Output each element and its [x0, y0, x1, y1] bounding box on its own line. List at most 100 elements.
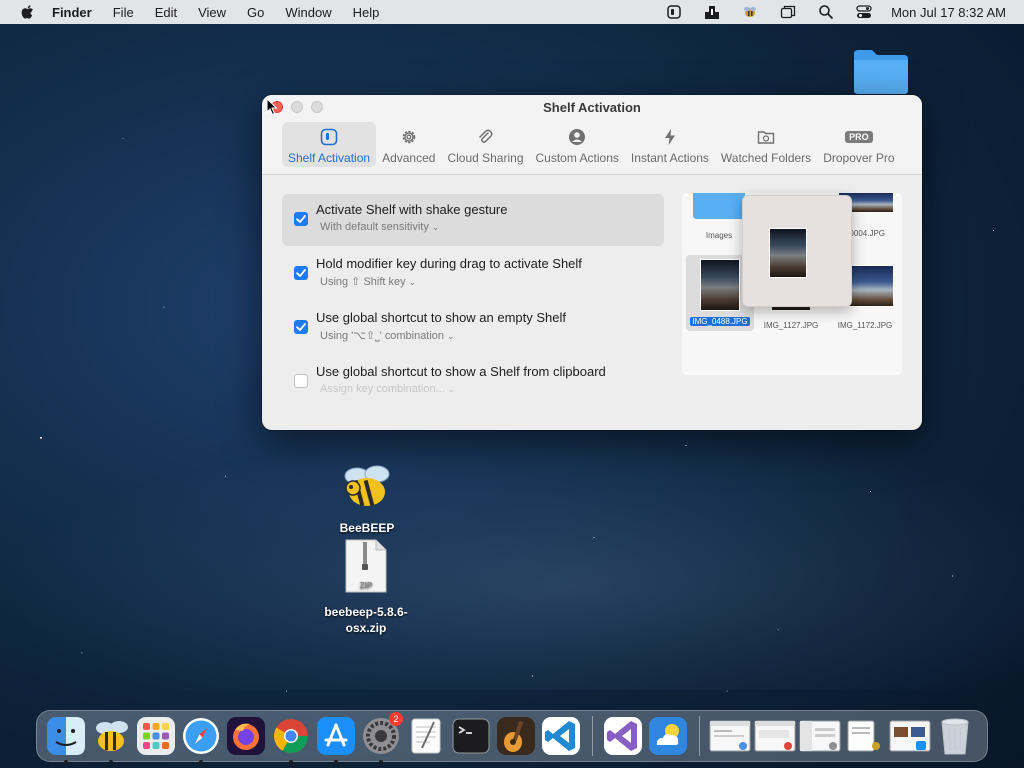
- file-label: Images: [705, 231, 733, 240]
- checkbox-checked[interactable]: [294, 266, 308, 280]
- apple-icon[interactable]: [20, 4, 34, 20]
- gear-icon: [398, 126, 420, 148]
- window-toolbar: Shelf Activation Shelf Activation Advanc…: [262, 95, 922, 175]
- running-indicator: [64, 760, 68, 764]
- beebeep-app-icon: [344, 465, 390, 507]
- tab-advanced[interactable]: Advanced: [376, 122, 441, 167]
- dock-vscode[interactable]: [539, 714, 583, 758]
- visual-studio-icon: [604, 717, 642, 755]
- photo-thumbnail: [700, 259, 740, 311]
- zip-file-icon: ZIP: [345, 539, 387, 593]
- dock-visual-studio[interactable]: [601, 714, 645, 758]
- dock-minimized-window-4[interactable]: [843, 714, 887, 758]
- dock-minimized-window-5[interactable]: [888, 714, 932, 758]
- option-sub-label: Using '⌥⇧⎵' combination: [320, 330, 445, 342]
- dock: 2: [36, 710, 988, 764]
- tab-custom-actions[interactable]: Custom Actions: [530, 122, 625, 167]
- dock-textedit[interactable]: [404, 714, 448, 758]
- tab-label: Advanced: [382, 151, 436, 165]
- chevron-down-icon: ⌄: [408, 277, 417, 287]
- file-label: IMG_0488.JPG: [686, 317, 754, 326]
- option-title: Activate Shelf with shake gesture: [316, 202, 508, 217]
- dragged-photo-thumbnail: [769, 228, 807, 278]
- option-dropdown[interactable]: Using ⇧ Shift key ⌄: [320, 275, 664, 288]
- dock-minimized-window-2[interactable]: [753, 714, 797, 758]
- menu-go[interactable]: Go: [247, 5, 264, 20]
- desktop-zip-file[interactable]: ZIP beebeep-5.8.6- osx.zip: [316, 538, 416, 636]
- menu-bar-status-area: Mon Jul 17 8:32 AM: [655, 0, 1006, 24]
- dock-trash[interactable]: [933, 714, 977, 758]
- dock-terminal[interactable]: [449, 714, 493, 758]
- menu-help[interactable]: Help: [353, 5, 380, 20]
- weather-icon: [649, 717, 687, 755]
- dock-finder[interactable]: [44, 714, 88, 764]
- chevron-down-icon: ⌄: [431, 222, 440, 232]
- folder-sync-icon: [755, 126, 777, 148]
- checkbox-checked[interactable]: [294, 212, 308, 226]
- option-sub-label: Assign key combination...: [320, 383, 445, 395]
- option-shake-gesture[interactable]: Activate Shelf with shake gesture With d…: [282, 194, 664, 246]
- tab-cloud-sharing[interactable]: Cloud Sharing: [441, 122, 529, 167]
- menu-edit[interactable]: Edit: [155, 5, 177, 20]
- desktop-label: BeeBEEP: [339, 521, 395, 535]
- dock-app-store[interactable]: [314, 714, 358, 764]
- launchpad-icon: [137, 717, 175, 755]
- tab-watched-folders[interactable]: Watched Folders: [715, 122, 817, 167]
- menu-bar: Finder File Edit View Go Window Help Mon…: [0, 0, 1024, 24]
- tab-label: Instant Actions: [630, 151, 709, 165]
- option-title: Use global shortcut to show a Shelf from…: [316, 364, 606, 379]
- option-dropdown: Assign key combination... ⌄: [320, 383, 664, 395]
- window-thumbnail-icon: [754, 720, 796, 752]
- option-dropdown[interactable]: Using '⌥⇧⎵' combination ⌄: [320, 329, 664, 343]
- tab-instant-actions[interactable]: Instant Actions: [625, 122, 715, 167]
- window-thumbnail-icon: [709, 720, 751, 752]
- tab-dropover-pro[interactable]: PRO Dropover Pro: [817, 122, 900, 167]
- dock-firefox[interactable]: [224, 714, 268, 758]
- dock-weather[interactable]: [646, 714, 690, 758]
- running-indicator: [109, 760, 113, 764]
- option-clipboard-shortcut[interactable]: Use global shortcut to show a Shelf from…: [282, 356, 664, 408]
- floating-shelf[interactable]: [742, 195, 852, 307]
- preferences-tabs: Shelf Activation Advanced Cloud Sharing …: [282, 122, 901, 167]
- dock-minimized-window-3[interactable]: [798, 714, 842, 758]
- desktop-folder-icon[interactable]: [852, 46, 910, 94]
- dock-launchpad[interactable]: [134, 714, 178, 758]
- dock-garageband[interactable]: [494, 714, 538, 758]
- tab-shelf-activation[interactable]: Shelf Activation: [282, 122, 377, 167]
- finder-icon: [47, 717, 85, 755]
- beebeep-icon[interactable]: [731, 0, 769, 24]
- desktop-milky-way: [0, 430, 1024, 690]
- tab-label: Custom Actions: [535, 151, 619, 165]
- folder-icon: [693, 193, 745, 219]
- vscode-icon: [542, 717, 580, 755]
- chevron-down-icon: ⌄: [447, 384, 456, 394]
- menu-view[interactable]: View: [198, 5, 226, 20]
- search-icon[interactable]: [807, 0, 845, 24]
- dock-chrome[interactable]: [269, 714, 313, 764]
- option-dropdown[interactable]: With default sensitivity ⌄: [320, 221, 664, 233]
- menu-clock[interactable]: Mon Jul 17 8:32 AM: [891, 5, 1006, 20]
- upload-icon[interactable]: [693, 0, 731, 24]
- chrome-icon: [274, 719, 308, 753]
- window-icon[interactable]: [769, 0, 807, 24]
- dock-system-preferences[interactable]: 2: [359, 712, 403, 764]
- desktop-beebeep[interactable]: BeeBEEP: [322, 458, 412, 536]
- dock-beebeep[interactable]: [89, 714, 133, 764]
- menu-file[interactable]: File: [113, 5, 134, 20]
- window-thumbnail-icon: [847, 720, 880, 752]
- window-thumbnail-icon: [799, 720, 841, 752]
- zip-text: ZIP: [360, 581, 373, 590]
- dock-minimized-window-1[interactable]: [708, 714, 752, 758]
- option-modifier-key[interactable]: Hold modifier key during drag to activat…: [282, 248, 664, 300]
- dropover-icon[interactable]: [655, 0, 693, 24]
- checkbox-checked[interactable]: [294, 320, 308, 334]
- dock-safari[interactable]: [179, 714, 223, 764]
- control-center-icon[interactable]: [845, 0, 883, 24]
- menu-window[interactable]: Window: [285, 5, 331, 20]
- option-empty-shelf-shortcut[interactable]: Use global shortcut to show an empty She…: [282, 302, 664, 354]
- checkbox-unchecked[interactable]: [294, 374, 308, 388]
- menu-app-name[interactable]: Finder: [52, 5, 92, 20]
- guitar-icon: [497, 717, 535, 755]
- pro-badge: PRO: [845, 131, 873, 143]
- tab-label: Shelf Activation: [288, 151, 371, 165]
